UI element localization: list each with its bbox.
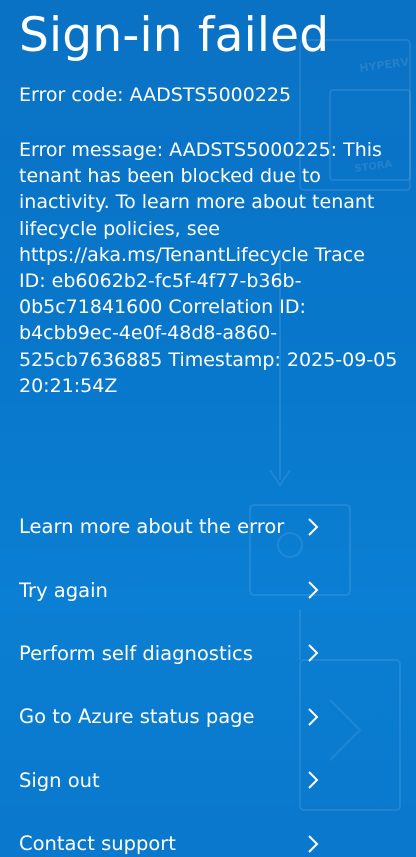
sign-out-label: Sign out xyxy=(19,768,100,792)
error-message-line: 525cb7636885 Timestamp: 2025-09-05 xyxy=(19,348,398,371)
contact-support-link[interactable]: Contact support xyxy=(19,812,339,857)
error-message-line: https://aka.ms/TenantLifecycle Trace xyxy=(19,243,365,266)
page-title: Sign-in failed xyxy=(19,8,330,63)
chevron-right-icon xyxy=(308,517,319,536)
sign-in-failed-page: HYPERV STORA Sign-in failed Error code: … xyxy=(0,0,416,857)
chevron-right-icon xyxy=(308,581,319,599)
error-message-line: Error message: AADSTS5000225: This xyxy=(19,139,382,161)
azure-status-link[interactable]: Go to Azure status page xyxy=(19,685,339,748)
background-label-hyperv: HYPERV xyxy=(359,55,411,75)
error-message-line: 0b5c71841600 Correlation ID: xyxy=(19,296,306,319)
chevron-right-icon xyxy=(308,834,319,853)
azure-status-label: Go to Azure status page xyxy=(19,705,255,729)
error-code: Error code: AADSTS5000225 xyxy=(19,84,292,106)
learn-more-label: Learn more about the error xyxy=(19,515,285,539)
sign-out-link[interactable]: Sign out xyxy=(19,749,339,812)
action-list: Learn more about the error Try again Per… xyxy=(19,495,339,857)
try-again-label: Try again xyxy=(19,578,108,602)
chevron-right-icon xyxy=(308,771,319,789)
error-message-line: ID: eb6062b2-fc5f-4f77-b36b- xyxy=(19,270,302,293)
learn-more-link[interactable]: Learn more about the error xyxy=(19,495,339,558)
error-message-line: lifecycle policies, see xyxy=(19,217,220,240)
error-message-line: inactivity. To learn more about tenant xyxy=(19,191,375,214)
chevron-right-icon xyxy=(308,708,319,726)
error-message-line: 20:21:54Z xyxy=(19,374,118,397)
self-diagnostics-link[interactable]: Perform self diagnostics xyxy=(19,622,339,685)
error-message-line: tenant has been blocked due to xyxy=(19,165,321,188)
chevron-right-icon xyxy=(308,644,319,663)
contact-support-label: Contact support xyxy=(19,832,176,856)
self-diagnostics-label: Perform self diagnostics xyxy=(19,641,253,665)
try-again-link[interactable]: Try again xyxy=(19,558,339,621)
error-message-line: b4cbb9ec-4e0f-48d8-a860- xyxy=(19,322,278,345)
error-message: Error message: AADSTS5000225: This tenan… xyxy=(19,137,405,399)
